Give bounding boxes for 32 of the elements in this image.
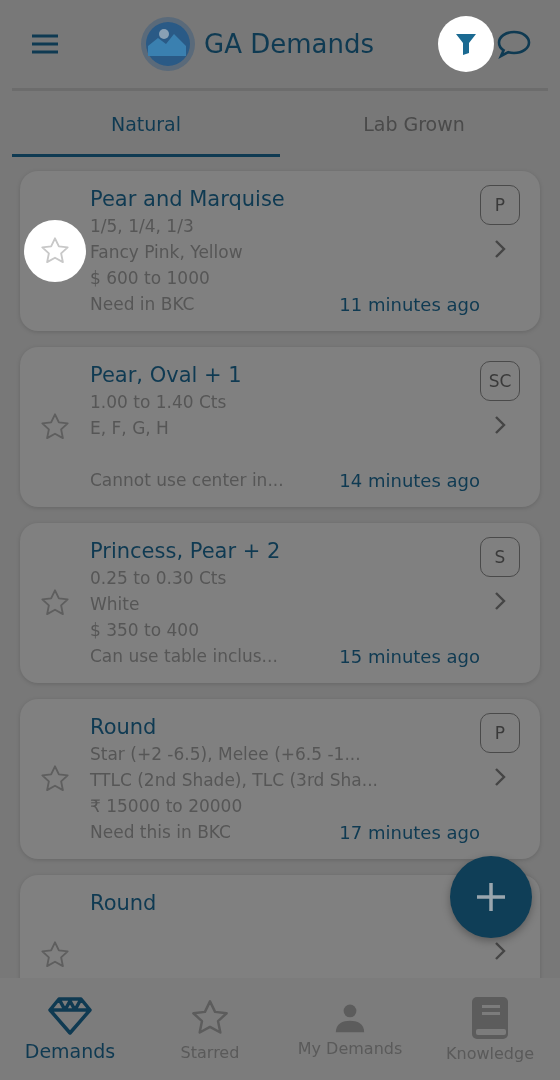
filter-icon	[455, 32, 477, 56]
demand-card[interactable]: Round	[20, 875, 540, 978]
plus-icon	[475, 881, 507, 913]
menu-icon	[30, 33, 60, 55]
time-ago: 17 minutes ago	[339, 821, 480, 843]
chat-button[interactable]	[496, 29, 532, 59]
chevron-right-icon	[494, 767, 506, 787]
time-ago: 15 minutes ago	[339, 645, 480, 667]
logo-icon	[140, 16, 196, 72]
demand-title: Round	[90, 890, 158, 917]
time-ago: 14 minutes ago	[339, 469, 480, 491]
chevron-right-icon	[494, 591, 506, 611]
chevron-right-icon	[494, 239, 506, 259]
category-tag: S	[480, 537, 520, 577]
chevron-right-icon	[494, 941, 506, 961]
demand-title: Pear and Marquise	[90, 186, 286, 213]
nav-tab[interactable]: Demands	[0, 978, 140, 1080]
demand-title: Round	[90, 714, 158, 741]
category-tag: P	[480, 713, 520, 753]
filter-button[interactable]	[438, 16, 494, 72]
app-title: GA Demands	[204, 29, 374, 59]
demand-title: Pear, Oval + 1	[90, 362, 243, 389]
demand-title: Princess, Pear + 2	[90, 538, 282, 565]
menu-button[interactable]	[30, 33, 60, 55]
tab[interactable]: Natural	[12, 91, 280, 157]
category-tag: P	[480, 185, 520, 225]
book-icon	[470, 995, 510, 1040]
chevron-right-icon	[494, 415, 506, 435]
time-ago: 11 minutes ago	[339, 293, 480, 315]
chat-icon	[496, 29, 532, 59]
category-tag: SC	[480, 361, 520, 401]
diamond-icon	[47, 996, 93, 1036]
